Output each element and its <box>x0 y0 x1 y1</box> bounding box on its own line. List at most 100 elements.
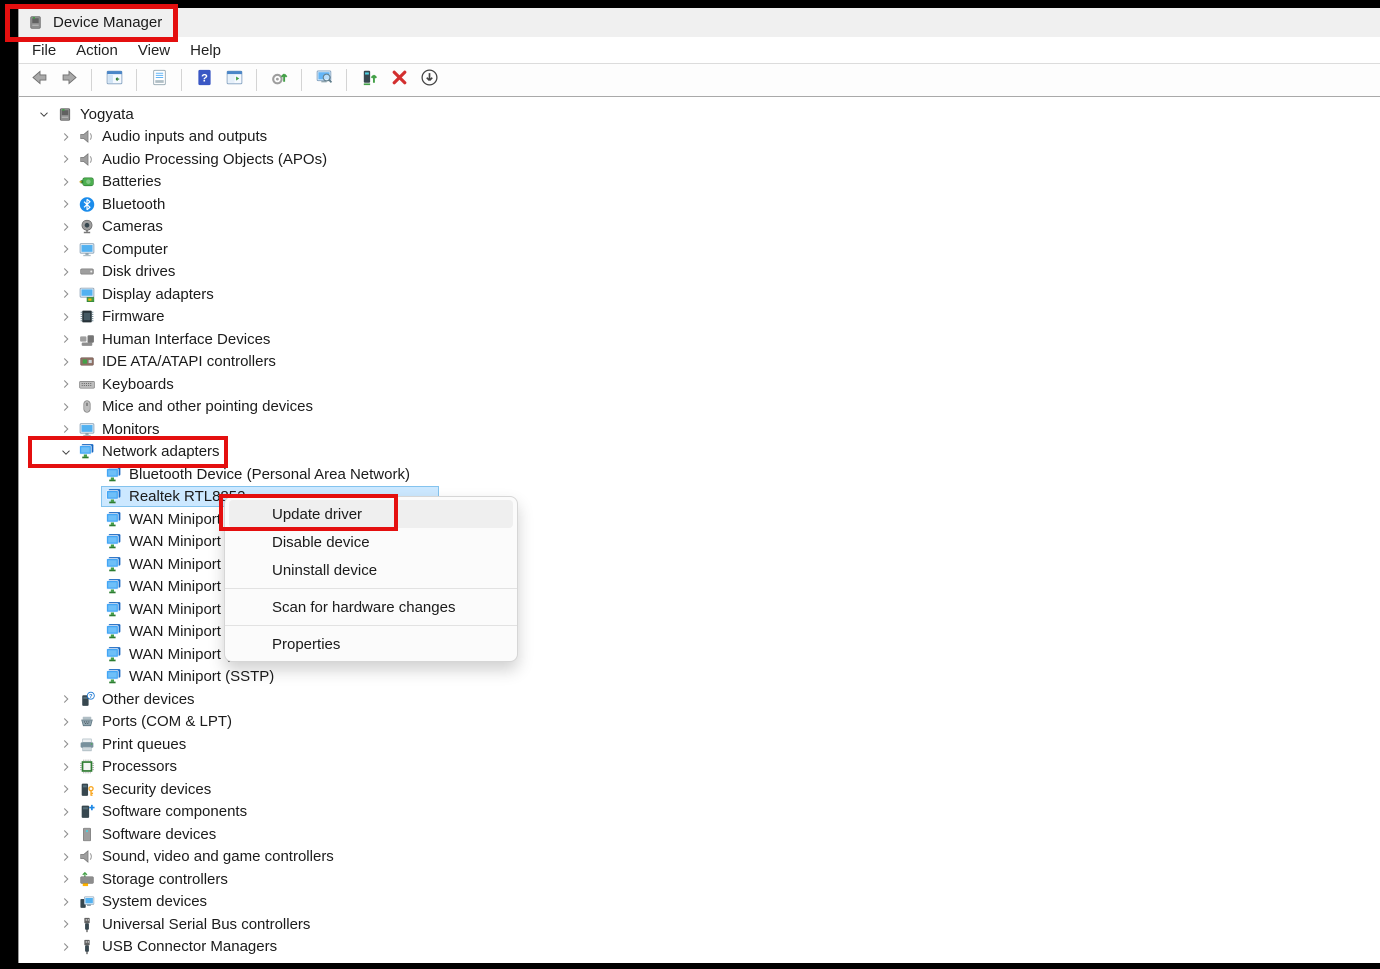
menu-file[interactable]: File <box>22 40 66 61</box>
tree-item-security-devices[interactable]: Security devices <box>19 778 1380 801</box>
tree-item-label: Storage controllers <box>102 871 228 888</box>
tree-item-network-adapters[interactable]: Network adapters <box>19 441 1380 464</box>
toolbar-help-button[interactable]: ? <box>191 67 217 93</box>
chevron-right-icon[interactable] <box>58 286 74 302</box>
tree-item-storage-controllers[interactable]: Storage controllers <box>19 868 1380 891</box>
chevron-right-icon[interactable] <box>58 174 74 190</box>
tree-item-print-queues[interactable]: Print queues <box>19 733 1380 756</box>
tree-item-monitors[interactable]: Monitors <box>19 418 1380 441</box>
toolbar-separator <box>256 69 257 91</box>
tree-item-display-adapters[interactable]: Display adapters <box>19 283 1380 306</box>
back-icon <box>30 68 49 92</box>
chevron-right-icon[interactable] <box>58 781 74 797</box>
context-menu: Update driverDisable deviceUninstall dev… <box>224 496 518 662</box>
tree-item-mice-and-other-pointing-devices[interactable]: Mice and other pointing devices <box>19 396 1380 419</box>
tree-item-ports-com-lpt[interactable]: Ports (COM & LPT) <box>19 711 1380 734</box>
chevron-right-icon[interactable] <box>58 939 74 955</box>
chevron-right-icon[interactable] <box>58 376 74 392</box>
network-icon <box>105 646 123 663</box>
chevron-right-icon[interactable] <box>58 736 74 752</box>
tree-item-computer[interactable]: Computer <box>19 238 1380 261</box>
toolbar-uninstall-device-button[interactable] <box>386 67 412 93</box>
toolbar-update-device-driver-button[interactable] <box>356 67 382 93</box>
menu-action[interactable]: Action <box>66 40 128 61</box>
chevron-right-icon[interactable] <box>58 264 74 280</box>
tree-item-processors[interactable]: Processors <box>19 756 1380 779</box>
chevron-right-icon[interactable] <box>58 421 74 437</box>
network-icon <box>105 601 123 618</box>
chevron-right-icon[interactable] <box>58 714 74 730</box>
tree-item-label: WAN Miniport ( <box>129 601 230 618</box>
menu-help[interactable]: Help <box>180 40 231 61</box>
context-menu-item-uninstall-device[interactable]: Uninstall device <box>225 556 517 584</box>
tree-item-universal-serial-bus-controllers[interactable]: Universal Serial Bus controllers <box>19 913 1380 936</box>
tree-item-bluetooth-device-personal-area-network[interactable]: Bluetooth Device (Personal Area Network) <box>19 463 1380 486</box>
tree-item-usb-connector-managers[interactable]: USB Connector Managers <box>19 936 1380 959</box>
network-icon <box>105 578 123 595</box>
chevron-right-icon[interactable] <box>58 804 74 820</box>
chevron-right-icon[interactable] <box>58 129 74 145</box>
chevron-right-icon[interactable] <box>58 894 74 910</box>
context-menu-item-scan-for-hardware-changes[interactable]: Scan for hardware changes <box>225 593 517 621</box>
tree-item-software-components[interactable]: Software components <box>19 801 1380 824</box>
tree-item-system-devices[interactable]: System devices <box>19 891 1380 914</box>
chevron-right-icon[interactable] <box>58 691 74 707</box>
tree-item-firmware[interactable]: Firmware <box>19 306 1380 329</box>
chevron-right-icon[interactable] <box>58 399 74 415</box>
chevron-down-icon[interactable] <box>36 106 52 122</box>
disk-icon <box>78 263 96 280</box>
chevron-right-icon[interactable] <box>58 826 74 842</box>
tree-item-label: System devices <box>102 893 207 910</box>
toolbar-separator <box>136 69 137 91</box>
tree-item-human-interface-devices[interactable]: Human Interface Devices <box>19 328 1380 351</box>
speaker-icon <box>78 151 96 168</box>
tree-item-keyboards[interactable]: Keyboards <box>19 373 1380 396</box>
context-menu-separator <box>225 588 517 589</box>
tree-item-batteries[interactable]: Batteries <box>19 171 1380 194</box>
tree-item-bluetooth[interactable]: Bluetooth <box>19 193 1380 216</box>
chevron-right-icon[interactable] <box>58 219 74 235</box>
display-adapter-icon <box>78 286 96 303</box>
toolbar-show-console-tree-button[interactable] <box>101 67 127 93</box>
chevron-right-icon[interactable] <box>58 309 74 325</box>
tree-item-yogyata[interactable]: Yogyata <box>19 103 1380 126</box>
toolbar-update-driver-software-button[interactable] <box>266 67 292 93</box>
context-menu-item-disable-device[interactable]: Disable device <box>225 528 517 556</box>
tree-item-software-devices[interactable]: Software devices <box>19 823 1380 846</box>
tree-item-audio-processing-objects-apos[interactable]: Audio Processing Objects (APOs) <box>19 148 1380 171</box>
tree-item-sound-video-and-game-controllers[interactable]: Sound, video and game controllers <box>19 846 1380 869</box>
chevron-right-icon[interactable] <box>58 849 74 865</box>
toolbar-separator <box>301 69 302 91</box>
chevron-right-icon[interactable] <box>58 196 74 212</box>
chevron-right-icon[interactable] <box>58 354 74 370</box>
hid-icon <box>78 331 96 348</box>
toolbar-show-action-pane-button[interactable] <box>221 67 247 93</box>
toolbar-properties-button[interactable] <box>146 67 172 93</box>
context-menu-item-properties[interactable]: Properties <box>225 630 517 658</box>
toolbar-back-button[interactable] <box>26 67 52 93</box>
chevron-down-icon[interactable] <box>58 444 74 460</box>
scan-for-hardware-changes-icon <box>315 68 334 92</box>
tree-item-other-devices[interactable]: ? Other devices <box>19 688 1380 711</box>
tree-item-ide-ata-atapi-controllers[interactable]: IDE ATA/ATAPI controllers <box>19 351 1380 374</box>
chevron-right-icon[interactable] <box>58 331 74 347</box>
speaker-icon <box>78 848 96 865</box>
tree-item-label: WAN Miniport ( <box>129 533 230 550</box>
toolbar-forward-button[interactable] <box>56 67 82 93</box>
tree-item-audio-inputs-and-outputs[interactable]: Audio inputs and outputs <box>19 126 1380 149</box>
context-menu-item-update-driver[interactable]: Update driver <box>229 500 513 528</box>
monitor-icon <box>78 421 96 438</box>
tree-item-cameras[interactable]: Cameras <box>19 216 1380 239</box>
chevron-right-icon[interactable] <box>58 151 74 167</box>
tree-item-wan-miniport-sstp[interactable]: WAN Miniport (SSTP) <box>19 666 1380 689</box>
toolbar-disable-device-button[interactable] <box>416 67 442 93</box>
menu-view[interactable]: View <box>128 40 180 61</box>
tree-item-disk-drives[interactable]: Disk drives <box>19 261 1380 284</box>
tree-item-label: Mice and other pointing devices <box>102 398 313 415</box>
toolbar-scan-for-hardware-changes-button[interactable] <box>311 67 337 93</box>
chevron-right-icon[interactable] <box>58 871 74 887</box>
chevron-right-icon[interactable] <box>58 759 74 775</box>
security-device-icon <box>78 781 96 798</box>
chevron-right-icon[interactable] <box>58 916 74 932</box>
chevron-right-icon[interactable] <box>58 241 74 257</box>
